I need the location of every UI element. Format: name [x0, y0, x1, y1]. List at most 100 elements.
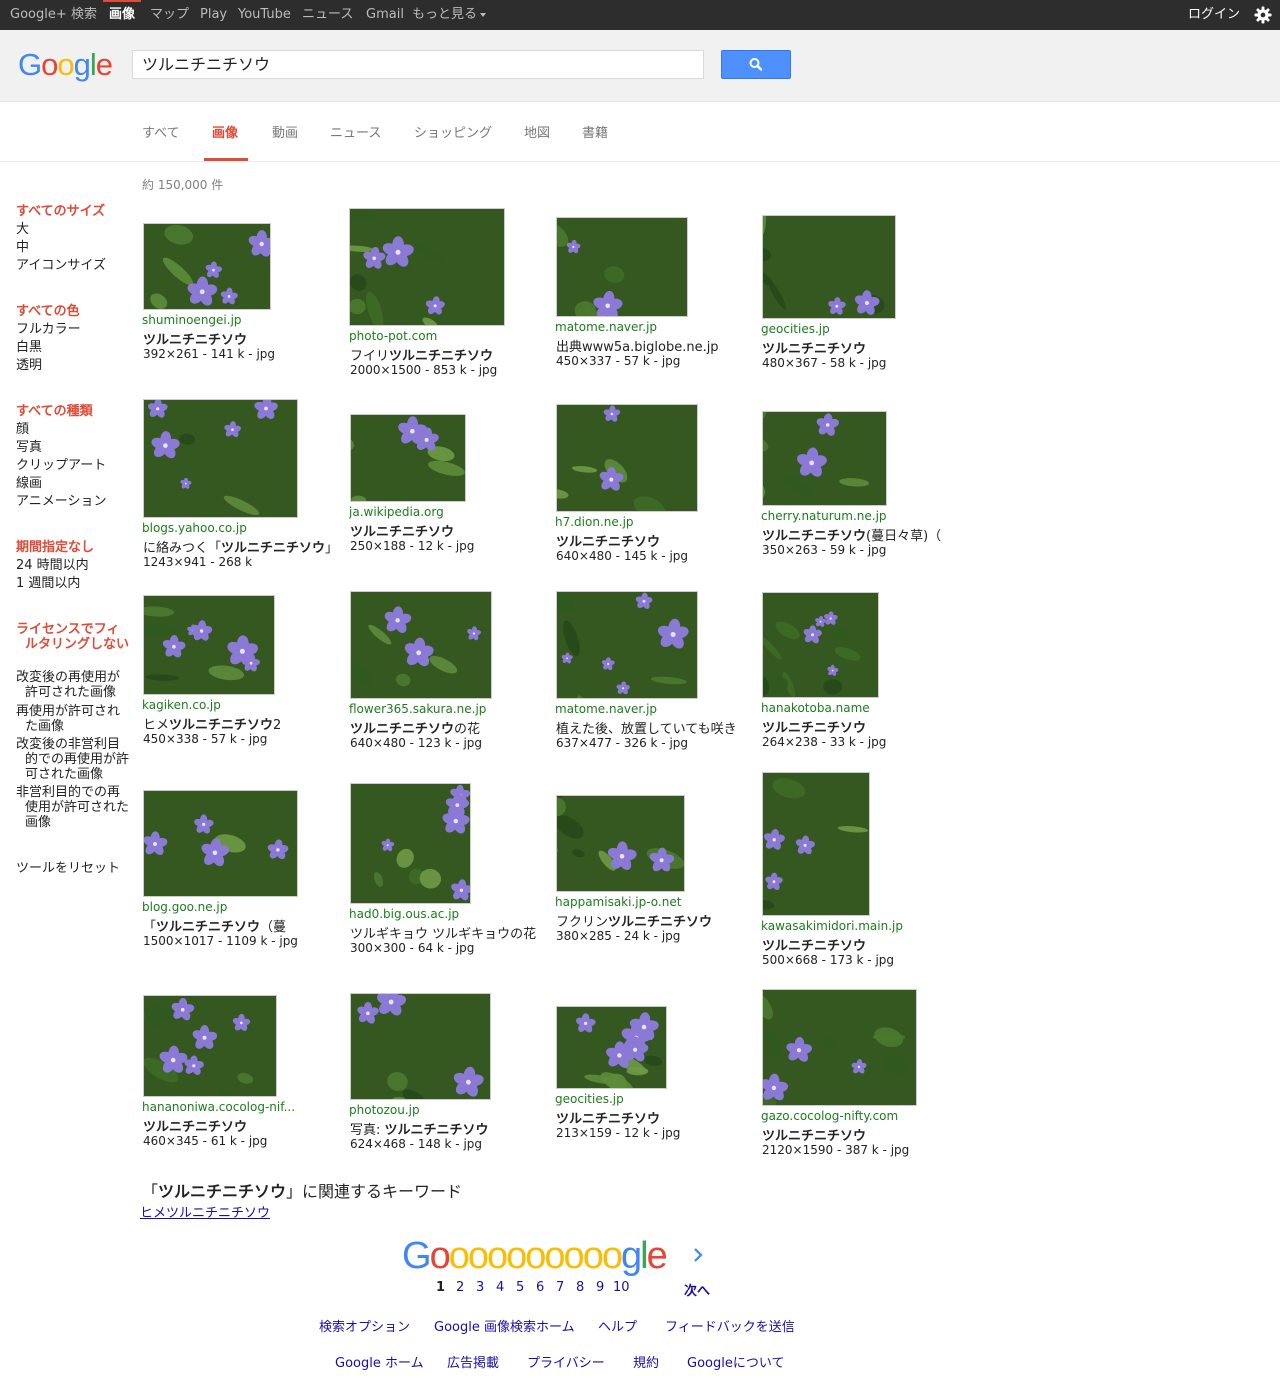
footer-google-home[interactable]: Google ホーム: [335, 1352, 424, 1371]
page-4[interactable]: 4: [496, 1280, 504, 1295]
result-thumbnail[interactable]: [556, 217, 688, 317]
footer-help[interactable]: ヘルプ: [598, 1316, 637, 1335]
result-domain[interactable]: blog.goo.ne.jp: [142, 900, 342, 914]
filter-type-photo[interactable]: 写真: [16, 439, 42, 457]
result-thumbnail[interactable]: [143, 995, 277, 1097]
topbar-images[interactable]: 画像: [102, 0, 142, 30]
login-link[interactable]: ログイン: [1188, 0, 1240, 30]
result-title[interactable]: 「ツルニチニチソウ（蔓: [143, 916, 346, 935]
result-thumbnail[interactable]: [556, 404, 698, 512]
result-domain[interactable]: flower365.sakura.ne.jp: [349, 702, 549, 716]
result-domain[interactable]: photo-pot.com: [349, 329, 549, 343]
filter-license-noncommercial[interactable]: 非営利目的での再使用が許可された画像: [16, 785, 130, 830]
result-thumbnail[interactable]: [762, 592, 879, 698]
result-title[interactable]: ツルニチニチソウ: [762, 717, 965, 736]
search-input[interactable]: ツルニチニチソウ: [132, 50, 704, 79]
filter-color-full[interactable]: フルカラー: [16, 321, 81, 339]
result-domain[interactable]: blogs.yahoo.co.jp: [142, 521, 342, 535]
page-6[interactable]: 6: [536, 1280, 544, 1295]
result-title[interactable]: 植えた後、放置していても咲き: [556, 718, 759, 737]
result-title[interactable]: ツルニチニチソウ: [556, 531, 759, 550]
footer-image-search-home[interactable]: Google 画像検索ホーム: [434, 1316, 575, 1335]
result-domain[interactable]: ja.wikipedia.org: [349, 505, 549, 519]
filter-license-reuse[interactable]: 再使用が許可された画像: [16, 704, 130, 734]
result-title[interactable]: ツルニチニチソウ: [762, 1125, 965, 1144]
result-thumbnail[interactable]: [762, 215, 896, 319]
result-domain[interactable]: geocities.jp: [761, 322, 961, 336]
result-domain[interactable]: shuminoengei.jp: [142, 313, 342, 327]
topbar-gmail[interactable]: Gmail: [366, 0, 404, 30]
result-thumbnail[interactable]: [350, 783, 471, 904]
result-domain[interactable]: matome.naver.jp: [555, 702, 755, 716]
filter-license-reuse-modify[interactable]: 改変後の再使用が許可された画像: [16, 670, 130, 700]
result-title[interactable]: 写真: ツルニチニチソウ: [350, 1119, 553, 1138]
result-domain[interactable]: hananoniwa.cocolog-nif...: [142, 1100, 342, 1114]
result-domain[interactable]: kawasakimidori.main.jp: [761, 919, 961, 933]
topbar-google-plus[interactable]: Google+: [10, 0, 67, 30]
filter-license-noncommercial-modify[interactable]: 改変後の非営利目的での再使用が許可された画像: [16, 737, 130, 782]
page-3[interactable]: 3: [476, 1280, 484, 1295]
topbar-news[interactable]: ニュース: [302, 0, 353, 30]
topbar-maps[interactable]: マップ: [150, 0, 189, 30]
page-8[interactable]: 8: [576, 1280, 584, 1295]
filter-size-medium[interactable]: 中: [16, 239, 29, 257]
result-thumbnail[interactable]: [143, 223, 271, 310]
result-title[interactable]: ツルニチニチソウ: [556, 1108, 759, 1127]
filter-time-24h[interactable]: 24 時間以内: [16, 557, 89, 575]
tab-all[interactable]: すべて: [142, 122, 180, 141]
footer-terms[interactable]: 規約: [633, 1352, 659, 1371]
filter-color-transparent[interactable]: 透明: [16, 357, 42, 375]
filter-size-large[interactable]: 大: [16, 221, 29, 239]
topbar-youtube[interactable]: YouTube: [238, 0, 291, 30]
result-title[interactable]: フイリツルニチニチソウ: [350, 345, 553, 364]
result-title[interactable]: ツルニチニチソウ: [350, 521, 553, 540]
result-thumbnail[interactable]: [350, 591, 492, 699]
result-thumbnail[interactable]: [143, 790, 298, 897]
gear-icon[interactable]: [1254, 6, 1272, 24]
result-thumbnail[interactable]: [556, 795, 685, 892]
result-thumbnail[interactable]: [349, 208, 505, 326]
google-logo[interactable]: Google: [18, 47, 113, 83]
filter-type-clipart[interactable]: クリップアート: [16, 457, 106, 475]
page-5[interactable]: 5: [516, 1280, 524, 1295]
footer-search-options[interactable]: 検索オプション: [319, 1316, 410, 1335]
filter-size-header[interactable]: すべてのサイズ: [16, 203, 105, 221]
footer-advertising[interactable]: 広告掲載: [447, 1352, 499, 1371]
filter-color-bw[interactable]: 白黒: [16, 339, 42, 357]
result-domain[interactable]: matome.naver.jp: [555, 320, 755, 334]
result-domain[interactable]: photozou.jp: [349, 1103, 549, 1117]
result-title[interactable]: ツルニチニチソウの花: [350, 718, 553, 737]
tab-shopping[interactable]: ショッピング: [414, 122, 492, 141]
result-title[interactable]: に絡みつく「ツルニチニチソウ」: [143, 537, 346, 556]
result-domain[interactable]: gazo.cocolog-nifty.com: [761, 1109, 961, 1123]
result-title[interactable]: ツルニチニチソウ: [762, 338, 965, 357]
topbar-play[interactable]: Play: [200, 0, 227, 30]
tab-images[interactable]: 画像: [212, 122, 238, 141]
result-title[interactable]: ツルニチニチソウ(蔓日々草)（: [762, 525, 965, 544]
filter-license-header[interactable]: ライセンスでフィルタリングしない: [16, 622, 130, 652]
tab-maps[interactable]: 地図: [524, 122, 550, 141]
filter-color-header[interactable]: すべての色: [16, 303, 80, 321]
footer-privacy[interactable]: プライバシー: [527, 1352, 605, 1371]
result-title[interactable]: ツルギキョウ ツルギキョウの花: [350, 923, 553, 942]
topbar-more[interactable]: もっと見る: [412, 0, 487, 30]
result-title[interactable]: ツルニチニチソウ: [143, 329, 346, 348]
tab-videos[interactable]: 動画: [272, 122, 298, 141]
page-7[interactable]: 7: [556, 1280, 564, 1295]
filter-type-header[interactable]: すべての種類: [16, 403, 93, 421]
result-title[interactable]: ヒメツルニチニチソウ2: [143, 714, 346, 733]
related-search-link[interactable]: ヒメツルニチニチソウ: [140, 1202, 270, 1221]
filter-time-header[interactable]: 期間指定なし: [16, 539, 94, 557]
filter-type-face[interactable]: 顔: [16, 421, 29, 439]
result-domain[interactable]: geocities.jp: [555, 1092, 755, 1106]
filter-type-lineart[interactable]: 線画: [16, 475, 42, 493]
result-thumbnail[interactable]: [143, 595, 275, 695]
footer-feedback[interactable]: フィードバックを送信: [665, 1316, 795, 1335]
page-9[interactable]: 9: [596, 1280, 604, 1295]
result-thumbnail[interactable]: [762, 989, 917, 1106]
result-title[interactable]: 出典www5a.biglobe.ne.jp: [556, 336, 759, 355]
page-10[interactable]: 10: [613, 1280, 630, 1295]
filter-size-icon[interactable]: アイコンサイズ: [16, 257, 106, 275]
result-thumbnail[interactable]: [556, 1006, 667, 1089]
reset-tools-link[interactable]: ツールをリセット: [16, 860, 120, 878]
